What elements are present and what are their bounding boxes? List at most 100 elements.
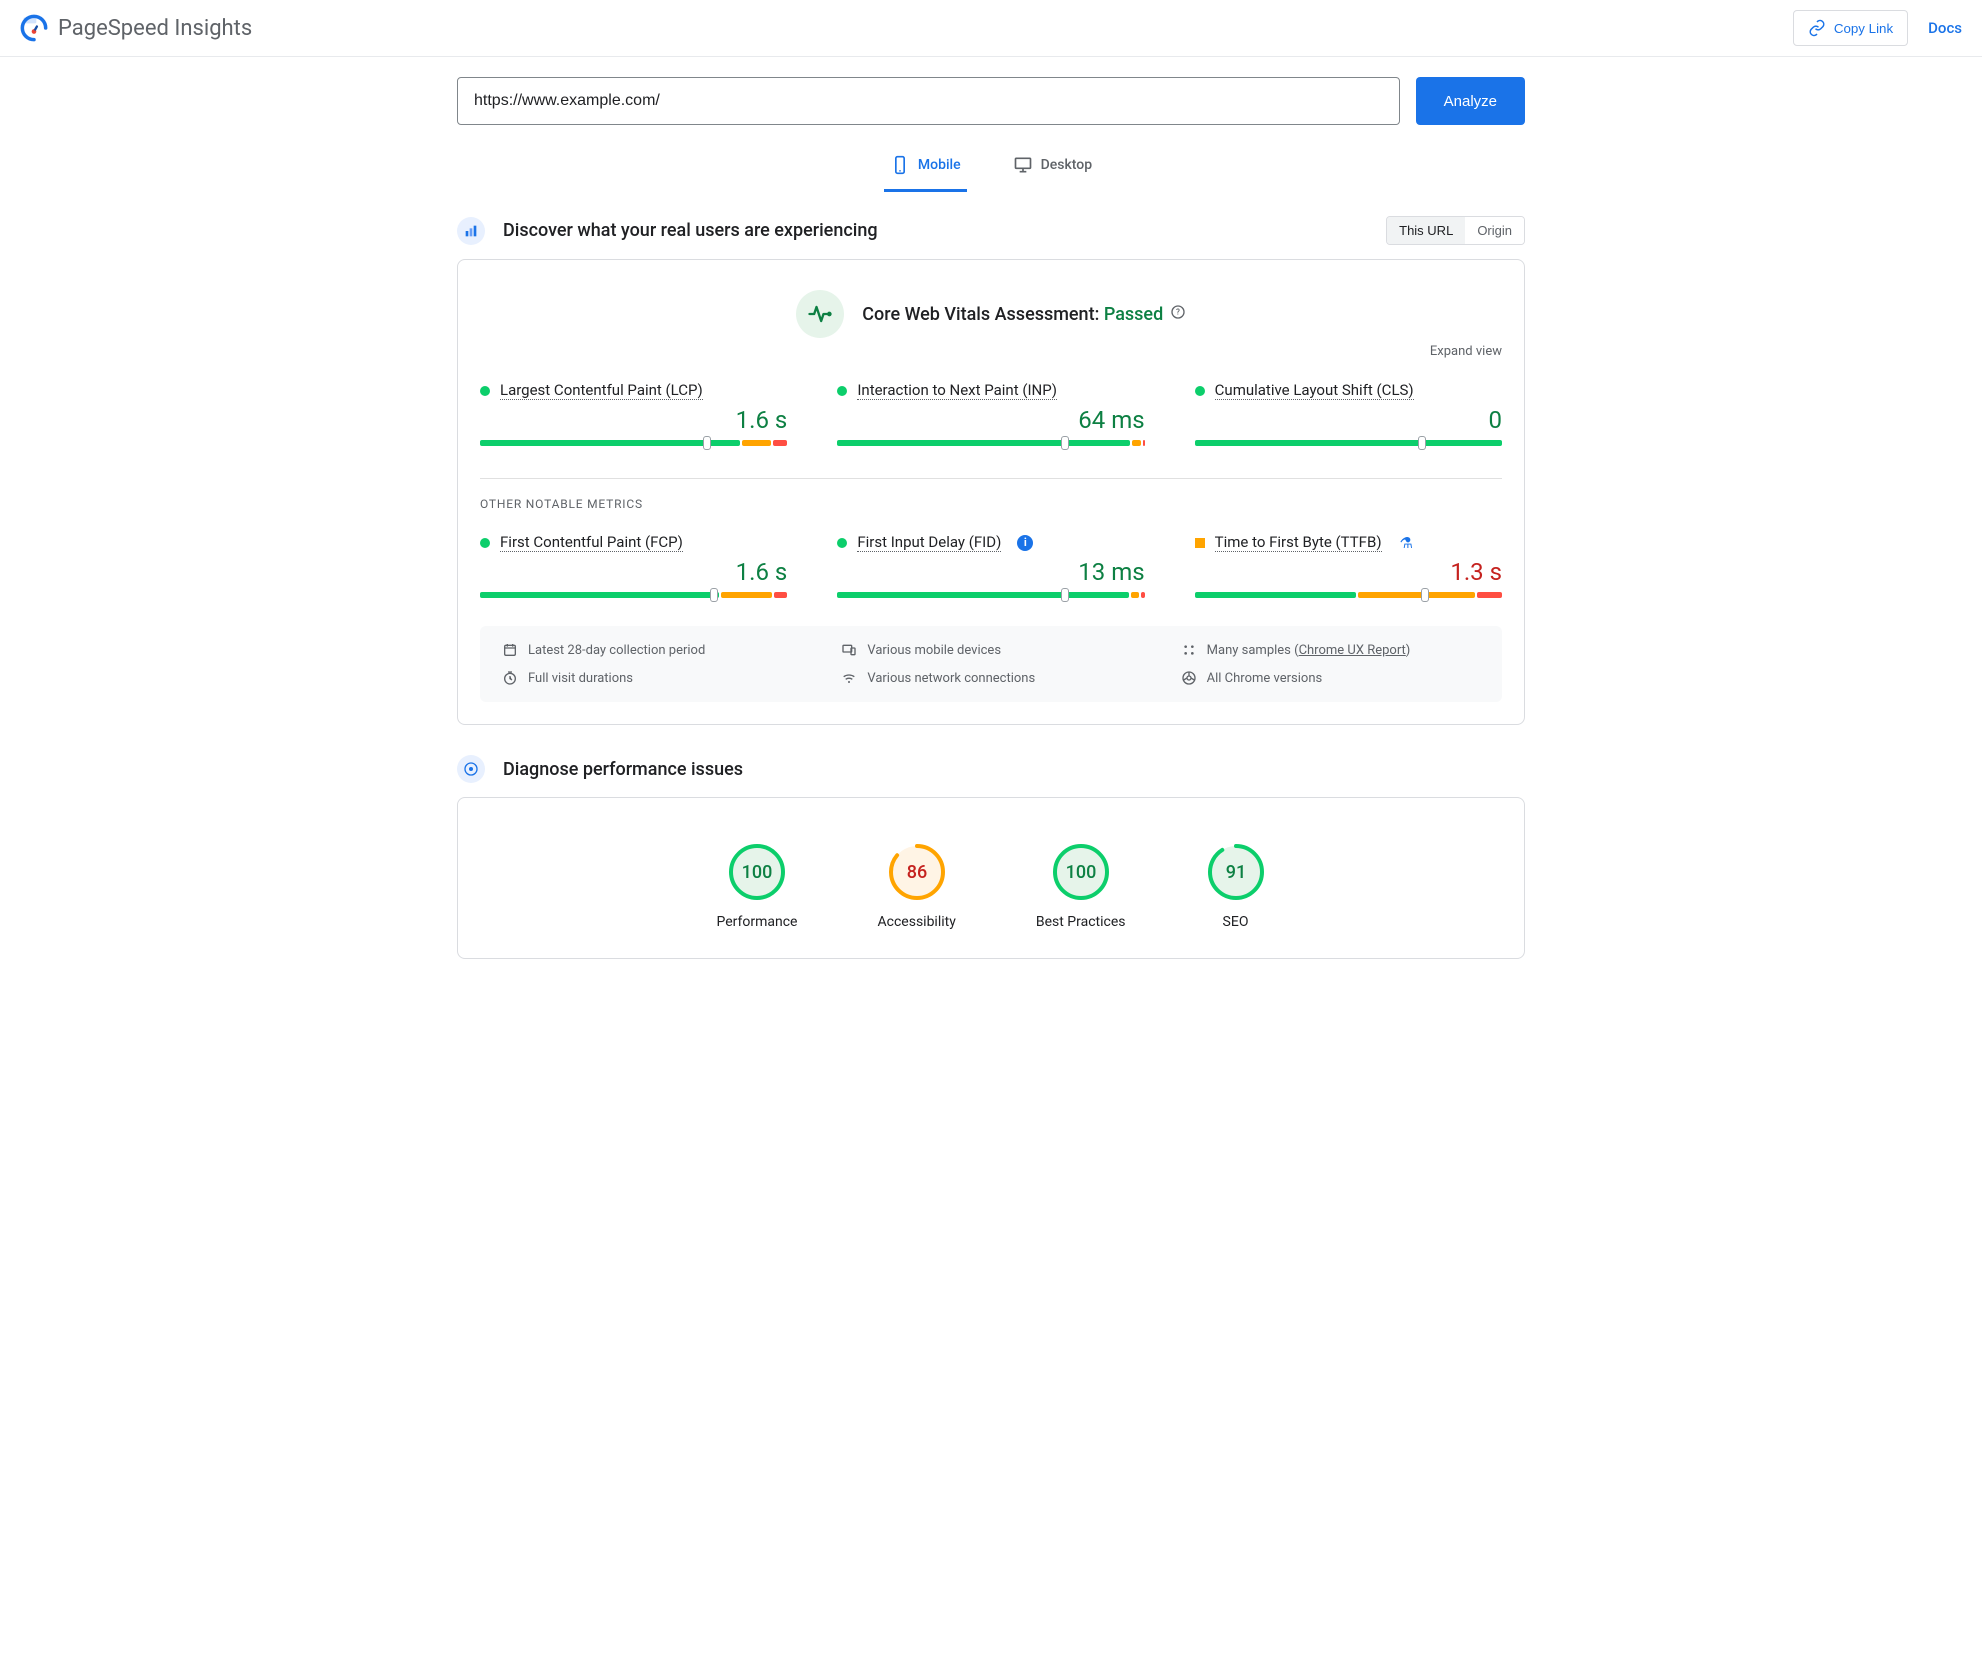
metric-name-link[interactable]: Time to First Byte (TTFB)	[1215, 533, 1382, 552]
svg-text:100: 100	[1065, 862, 1096, 883]
metric-value: 0	[1195, 406, 1502, 434]
info-period: Latest 28-day collection period	[502, 642, 801, 658]
info-samples: Many samples (Chrome UX Report)	[1181, 642, 1480, 658]
assessment-text: Core Web Vitals Assessment: Passed ?	[862, 304, 1185, 325]
flask-icon[interactable]: ⚗	[1400, 534, 1413, 552]
diagnose-header: Diagnose performance issues	[457, 755, 1525, 783]
analyze-button[interactable]: Analyze	[1416, 77, 1525, 125]
metric-value: 13 ms	[837, 558, 1144, 586]
percentile-marker	[710, 588, 718, 602]
docs-link[interactable]: Docs	[1928, 19, 1962, 37]
copy-link-label: Copy Link	[1834, 21, 1893, 36]
scope-toggle: This URL Origin	[1386, 216, 1525, 245]
gauge-ring: 100	[1051, 842, 1111, 902]
scope-origin[interactable]: Origin	[1465, 217, 1524, 244]
diagnose-card: 100 Performance 86 Accessibility 100 Best Pra…	[457, 797, 1525, 959]
metric-name-link[interactable]: First Contentful Paint (FCP)	[500, 533, 683, 552]
logo[interactable]: PageSpeed Insights	[20, 14, 252, 42]
gauge-performance[interactable]: 100 Performance	[717, 842, 798, 930]
samples-icon	[1181, 642, 1197, 658]
calendar-icon	[502, 642, 518, 658]
info-devices: Various mobile devices	[841, 642, 1140, 658]
percentile-marker	[1418, 436, 1426, 450]
gauge-seo[interactable]: 91 SEO	[1206, 842, 1266, 930]
metric-name-link[interactable]: Cumulative Layout Shift (CLS)	[1215, 381, 1414, 400]
info-badge-icon[interactable]: i	[1017, 535, 1033, 551]
distribution-bar	[480, 440, 787, 446]
metric-value: 64 ms	[837, 406, 1144, 434]
assessment-row: Core Web Vitals Assessment: Passed ?	[480, 290, 1502, 338]
primary-metrics-grid: Largest Contentful Paint (LCP) 1.6 s Inter…	[480, 381, 1502, 446]
metric-value: 1.6 s	[480, 558, 787, 586]
status-dot-icon	[480, 538, 490, 548]
tab-mobile-label: Mobile	[918, 157, 961, 173]
other-metric: Time to First Byte (TTFB) ⚗ 1.3 s	[1195, 533, 1502, 598]
svg-text:100: 100	[742, 862, 773, 883]
tab-desktop[interactable]: Desktop	[1007, 145, 1098, 192]
gauge-ring: 100	[727, 842, 787, 902]
info-versions: All Chrome versions	[1181, 670, 1480, 686]
status-dot-icon	[480, 386, 490, 396]
gauge-label: Accessibility	[878, 914, 956, 930]
distribution-bar	[837, 592, 1144, 598]
device-tabs: Mobile Desktop	[457, 145, 1525, 192]
gauge-accessibility[interactable]: 86 Accessibility	[878, 842, 956, 930]
svg-text:91: 91	[1225, 862, 1245, 883]
crux-link[interactable]: Chrome UX Report	[1299, 643, 1406, 658]
distribution-bar	[837, 440, 1144, 446]
metric-name-link[interactable]: Interaction to Next Paint (INP)	[857, 381, 1057, 400]
tab-mobile[interactable]: Mobile	[884, 145, 967, 192]
discover-title: Discover what your real users are experi…	[503, 220, 1368, 241]
status-dot-icon	[1195, 386, 1205, 396]
gauge-ring: 91	[1206, 842, 1266, 902]
gauges-row: 100 Performance 86 Accessibility 100 Best Pra…	[480, 820, 1502, 936]
other-metrics-grid: First Contentful Paint (FCP) 1.6 s First I…	[480, 533, 1502, 598]
distribution-bar	[1195, 440, 1502, 446]
status-dot-icon	[837, 386, 847, 396]
url-input[interactable]	[457, 77, 1400, 125]
status-square-icon	[1195, 538, 1205, 548]
chrome-icon	[1181, 670, 1197, 686]
help-icon[interactable]: ?	[1170, 304, 1186, 320]
url-row: Analyze	[457, 77, 1525, 125]
mobile-icon	[890, 155, 910, 175]
pagespeed-logo-icon	[20, 14, 48, 42]
primary-metric: Interaction to Next Paint (INP) 64 ms	[837, 381, 1144, 446]
copy-link-button[interactable]: Copy Link	[1793, 10, 1908, 46]
wifi-icon	[841, 670, 857, 686]
gauge-best-practices[interactable]: 100 Best Practices	[1036, 842, 1126, 930]
primary-metric: Largest Contentful Paint (LCP) 1.6 s	[480, 381, 787, 446]
metric-value: 1.3 s	[1195, 558, 1502, 586]
info-connections: Various network connections	[841, 670, 1140, 686]
percentile-marker	[1061, 588, 1069, 602]
metric-name-link[interactable]: Largest Contentful Paint (LCP)	[500, 381, 703, 400]
gauge-label: Performance	[717, 914, 798, 930]
diagnose-title: Diagnose performance issues	[503, 759, 1525, 780]
metric-value: 1.6 s	[480, 406, 787, 434]
assessment-result: Passed	[1104, 304, 1163, 325]
other-metrics-heading: OTHER NOTABLE METRICS	[480, 497, 1502, 511]
pulse-icon	[796, 290, 844, 338]
product-name: PageSpeed Insights	[58, 16, 252, 41]
expand-view-link[interactable]: Expand view	[480, 344, 1502, 359]
other-metric: First Input Delay (FID) i 13 ms	[837, 533, 1144, 598]
tab-desktop-label: Desktop	[1041, 157, 1092, 173]
svg-text:86: 86	[906, 862, 926, 883]
metric-name-link[interactable]: First Input Delay (FID)	[857, 533, 1001, 552]
gauge-label: SEO	[1223, 914, 1249, 930]
percentile-marker	[703, 436, 711, 450]
discover-card: Core Web Vitals Assessment: Passed ? Exp…	[457, 259, 1525, 725]
topbar: PageSpeed Insights Copy Link Docs	[0, 0, 1982, 57]
gauge-ring: 86	[887, 842, 947, 902]
percentile-marker	[1421, 588, 1429, 602]
scope-this-url[interactable]: This URL	[1387, 217, 1465, 244]
status-dot-icon	[837, 538, 847, 548]
info-visits: Full visit durations	[502, 670, 801, 686]
devices-icon	[841, 642, 857, 658]
distribution-bar	[1195, 592, 1502, 598]
discover-header: Discover what your real users are experi…	[457, 216, 1525, 245]
percentile-marker	[1061, 436, 1069, 450]
desktop-icon	[1013, 155, 1033, 175]
target-icon	[457, 755, 485, 783]
gauge-label: Best Practices	[1036, 914, 1126, 930]
